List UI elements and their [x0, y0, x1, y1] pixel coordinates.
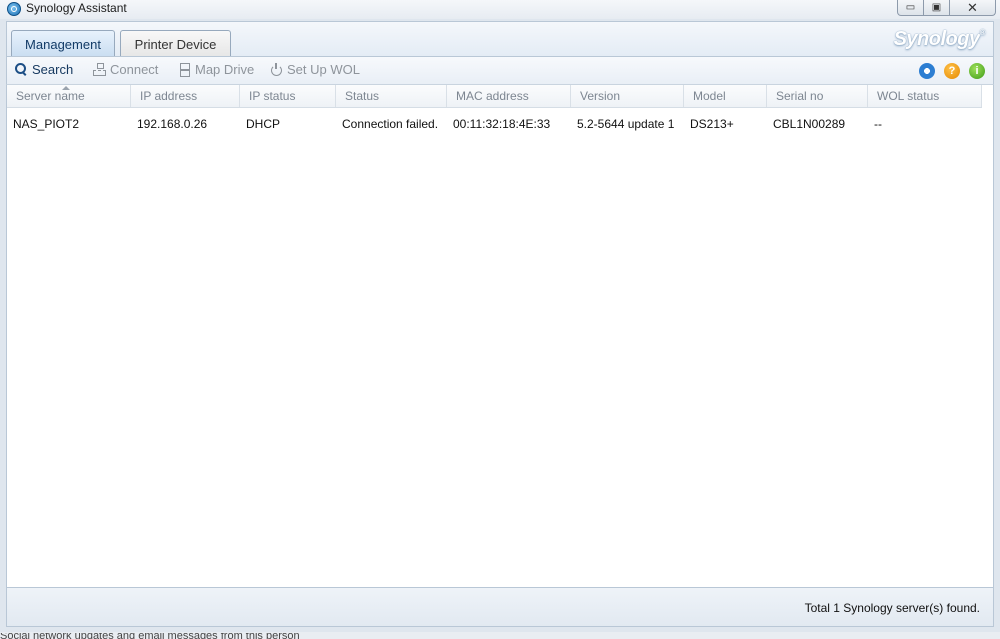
cell-version: 5.2-5644 update 1: [577, 117, 675, 131]
cell-ip-address: 192.168.0.26: [137, 117, 208, 131]
set-up-wol-button[interactable]: Set Up WOL: [270, 62, 360, 77]
server-list: Server name IP address IP status Status …: [6, 85, 994, 587]
drive-icon: [178, 63, 191, 77]
close-button[interactable]: ✕: [950, 0, 996, 16]
grid-header: Server name IP address IP status Status …: [7, 85, 982, 108]
column-wol-status[interactable]: WOL status: [868, 85, 982, 107]
table-row[interactable]: NAS_PIOT2 192.168.0.26 DHCP Connection f…: [7, 115, 982, 133]
set-up-wol-label: Set Up WOL: [287, 62, 360, 77]
tab-management[interactable]: Management: [11, 30, 115, 57]
cell-mac-address: 00:11:32:18:4E:33: [453, 117, 551, 131]
cell-wol-status: --: [874, 117, 882, 131]
cell-server-name: NAS_PIOT2: [13, 117, 80, 131]
tab-printer-device[interactable]: Printer Device: [120, 30, 231, 57]
map-drive-label: Map Drive: [195, 62, 255, 77]
column-server-name[interactable]: Server name: [7, 85, 131, 107]
status-bar: Total 1 Synology server(s) found.: [6, 587, 994, 627]
search-icon: [15, 63, 28, 76]
tab-strip: Management Printer Device Synology®: [6, 21, 994, 57]
column-ip-status[interactable]: IP status: [240, 85, 336, 107]
gear-icon[interactable]: [919, 63, 935, 79]
cell-ip-status: DHCP: [246, 117, 281, 131]
column-model[interactable]: Model: [684, 85, 767, 107]
connect-label: Connect: [110, 62, 159, 77]
info-icon[interactable]: i: [969, 63, 985, 79]
cell-model: DS213+: [690, 117, 734, 131]
synology-logo: Synology®: [893, 28, 986, 50]
column-serial-no[interactable]: Serial no: [767, 85, 868, 107]
network-icon: [93, 63, 106, 76]
minimize-button[interactable]: ▭: [897, 0, 924, 16]
search-button[interactable]: Search: [15, 62, 73, 77]
power-icon: [270, 63, 283, 76]
status-text: Total 1 Synology server(s) found.: [804, 601, 980, 615]
column-status[interactable]: Status: [336, 85, 447, 107]
cell-status: Connection failed.: [342, 117, 439, 131]
map-drive-button[interactable]: Map Drive: [178, 62, 254, 77]
background-page-text: Social network updates and email message…: [0, 633, 300, 639]
column-mac-address[interactable]: MAC address: [447, 85, 571, 107]
title-bar[interactable]: Synology Assistant ▭ ▣ ✕: [0, 0, 1000, 19]
help-icon[interactable]: ?: [944, 63, 960, 79]
synology-app-icon: [7, 2, 21, 16]
toolbar-right-icons: ? i: [919, 63, 985, 79]
connect-button[interactable]: Connect: [93, 62, 158, 77]
window-title: Synology Assistant: [26, 1, 127, 15]
toolbar: Search Connect Map Drive Set Up WOL ? i: [6, 56, 994, 85]
maximize-button[interactable]: ▣: [924, 0, 950, 16]
window-controls: ▭ ▣ ✕: [897, 0, 996, 16]
search-label: Search: [32, 62, 74, 77]
app-window: Synology Assistant ▭ ▣ ✕ Management Prin…: [0, 0, 1000, 632]
column-version[interactable]: Version: [571, 85, 684, 107]
cell-serial-no: CBL1N00289: [773, 117, 846, 131]
column-ip-address[interactable]: IP address: [131, 85, 240, 107]
